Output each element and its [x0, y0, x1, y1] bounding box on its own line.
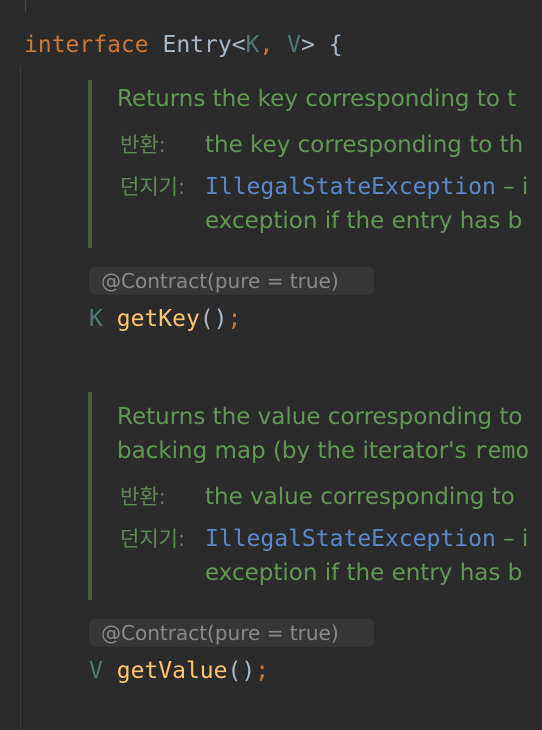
getvalue-signature[interactable]: V getValue(); [89, 656, 269, 686]
interface-name: Entry [162, 32, 232, 58]
getkey-javadoc: Returns the key corresponding to t 반환: t… [88, 80, 542, 248]
getkey-semicolon: ; [227, 306, 242, 332]
getvalue-throws-dash: – i [495, 526, 529, 552]
type-param-comma: , [259, 32, 288, 58]
indent-guide-interface [20, 66, 21, 730]
code-editor[interactable]: interface Entry<K, V> { Returns the key … [0, 0, 542, 730]
getvalue-throws-text-2: exception if the entry has b [205, 560, 523, 586]
getvalue-javadoc: Returns the value corresponding to backi… [88, 392, 542, 600]
getvalue-method-name[interactable]: getValue [117, 658, 228, 684]
close-angle: > [301, 32, 315, 58]
interface-declaration[interactable]: interface Entry<K, V> { [24, 30, 343, 60]
type-param-v: V [287, 32, 302, 58]
getkey-return-type: K [89, 306, 103, 332]
getkey-throws-line: IllegalStateException – i [205, 172, 528, 202]
getvalue-summary-2-code: remo [473, 438, 530, 464]
getkey-signature[interactable]: K getKey(); [89, 304, 241, 334]
getvalue-contract-annotation[interactable]: @Contract(pure = true) [89, 619, 374, 647]
getkey-throws-text-2: exception if the entry has b [205, 208, 523, 234]
getkey-method-name[interactable]: getKey [117, 306, 200, 332]
getvalue-doc-summary-2: backing map (by the iterator's remo [117, 436, 529, 466]
type-param-k: K [245, 32, 260, 58]
getkey-returns-text: the key corresponding to th [205, 132, 524, 158]
getvalue-return-type: V [89, 658, 103, 684]
open-brace: { [314, 32, 343, 58]
getkey-returns-label: 반환: [120, 133, 166, 157]
getkey-doc-summary: Returns the key corresponding to t [117, 86, 517, 112]
getvalue-semicolon: ; [255, 658, 270, 684]
getkey-throws-dash: – i [495, 174, 529, 200]
getvalue-summary-2-text: backing map (by the iterator's [117, 438, 474, 464]
open-angle: < [231, 32, 246, 58]
getkey-parens: () [199, 306, 228, 332]
getvalue-exception-link[interactable]: IllegalStateException [205, 526, 496, 552]
getvalue-parens: () [227, 658, 256, 684]
getvalue-returns-text: the value corresponding to [205, 484, 515, 510]
getvalue-throws-label: 던지기: [120, 527, 186, 551]
interface-keyword: interface [24, 32, 149, 58]
getkey-contract-annotation[interactable]: @Contract(pure = true) [89, 267, 374, 295]
indent-guide-outer [25, 0, 26, 12]
getvalue-doc-summary-1: Returns the value corresponding to [117, 404, 523, 430]
getkey-exception-link[interactable]: IllegalStateException [205, 174, 496, 200]
getvalue-throws-line: IllegalStateException – i [205, 524, 528, 554]
getvalue-returns-label: 반환: [120, 485, 166, 509]
getkey-throws-label: 던지기: [120, 175, 186, 199]
